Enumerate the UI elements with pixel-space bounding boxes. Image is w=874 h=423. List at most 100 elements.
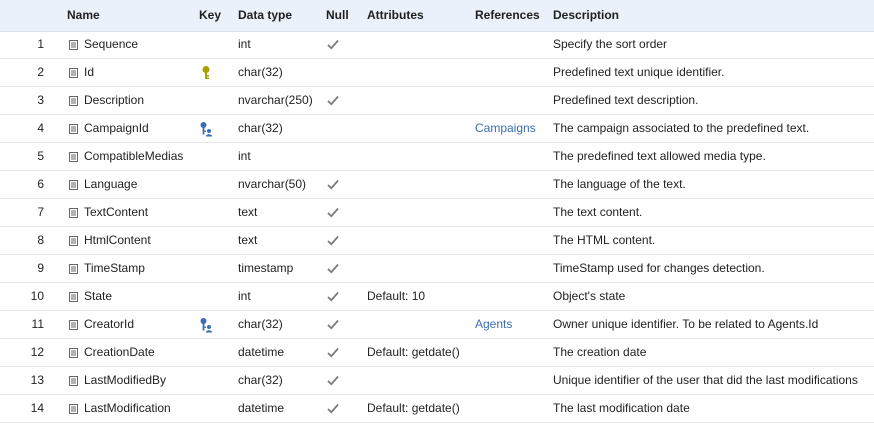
data-type[interactable]: int — [238, 283, 251, 311]
table-row[interactable]: 12 CreationDate datetime Default: getdate()… — [0, 339, 874, 367]
column-name[interactable]: HtmlContent — [84, 227, 151, 255]
description: Predefined text unique identifier. — [553, 65, 725, 79]
table-row[interactable]: 4 CampaignId char(32) Campaigns The campaign… — [0, 115, 874, 143]
description: Unique identifier of the user that did t… — [553, 373, 858, 387]
check-icon — [327, 179, 339, 190]
data-type[interactable]: datetime — [238, 339, 284, 367]
data-type[interactable]: int — [238, 31, 251, 59]
column-name[interactable]: Language — [84, 171, 137, 199]
column-icon — [69, 348, 78, 358]
description: TimeStamp used for changes detection. — [553, 261, 765, 275]
header-description[interactable]: Description — [553, 0, 619, 31]
data-type[interactable]: char(32) — [238, 115, 283, 143]
data-type[interactable]: char(32) — [238, 367, 283, 395]
description: The HTML content. — [553, 233, 656, 247]
attributes: Default: getdate() — [367, 401, 460, 415]
column-icon — [69, 404, 78, 414]
key-cell — [199, 115, 215, 143]
header-name[interactable]: Name — [67, 0, 100, 31]
check-icon — [327, 347, 339, 358]
null-cell — [327, 311, 341, 339]
header-data-type[interactable]: Data type — [238, 0, 292, 31]
row-number: 11 — [31, 317, 44, 331]
null-cell — [327, 115, 341, 143]
column-icon — [69, 40, 78, 50]
columns-grid: Name Key Data type Null Attributes Refer… — [0, 0, 874, 423]
data-type[interactable]: datetime — [238, 395, 284, 423]
attributes: Default: 10 — [367, 289, 426, 303]
column-name[interactable]: CampaignId — [84, 115, 149, 143]
table-row[interactable]: 11 CreatorId char(32) Agents Owner unique id… — [0, 311, 874, 339]
null-cell — [327, 367, 341, 395]
column-name[interactable]: TimeStamp — [84, 255, 145, 283]
column-name[interactable]: TextContent — [84, 199, 148, 227]
row-number: 8 — [37, 233, 44, 247]
check-icon — [327, 291, 339, 302]
data-type[interactable]: text — [238, 227, 257, 255]
key-cell — [199, 311, 215, 339]
table-row[interactable]: 10 State int Default: 10 Object's state — [0, 283, 874, 311]
null-cell — [327, 199, 341, 227]
row-number: 13 — [30, 373, 44, 387]
description: Predefined text description. — [553, 93, 699, 107]
row-number: 5 — [37, 149, 44, 163]
null-cell — [327, 395, 341, 423]
table-row[interactable]: 8 HtmlContent text The HTML content. — [0, 227, 874, 255]
column-name[interactable]: Sequence — [84, 31, 138, 59]
column-icon — [69, 180, 78, 190]
data-type[interactable]: char(32) — [238, 311, 283, 339]
column-name[interactable]: Id — [84, 59, 94, 87]
table-row[interactable]: 6 Language nvarchar(50) The language of the… — [0, 171, 874, 199]
table-row[interactable]: 13 LastModifiedBy char(32) Unique identifie… — [0, 367, 874, 395]
data-type[interactable]: nvarchar(250) — [238, 87, 313, 115]
column-name[interactable]: CreationDate — [84, 339, 155, 367]
table-row[interactable]: 5 CompatibleMedias int The predefined text … — [0, 143, 874, 171]
column-name[interactable]: State — [84, 283, 112, 311]
null-cell — [327, 255, 341, 283]
column-name[interactable]: Description — [84, 87, 144, 115]
table-row[interactable]: 2 Id char(32) Predefined text unique identi… — [0, 59, 874, 87]
reference-link[interactable]: Agents — [475, 311, 512, 339]
header-references[interactable]: References — [475, 0, 540, 31]
row-number: 6 — [37, 177, 44, 191]
key-cell — [199, 199, 215, 227]
column-name[interactable]: LastModifiedBy — [84, 367, 166, 395]
column-name[interactable]: LastModification — [84, 395, 171, 423]
data-type[interactable]: timestamp — [238, 255, 293, 283]
check-icon — [327, 207, 339, 218]
data-type[interactable]: int — [238, 143, 251, 171]
row-number: 10 — [30, 289, 44, 303]
null-cell — [327, 59, 341, 87]
column-icon — [69, 264, 78, 274]
column-icon — [69, 68, 78, 78]
description: The predefined text allowed media type. — [553, 149, 766, 163]
table-row[interactable]: 14 LastModification datetime Default: getda… — [0, 395, 874, 423]
null-cell — [327, 31, 341, 59]
column-name[interactable]: CompatibleMedias — [84, 143, 183, 171]
header-attributes[interactable]: Attributes — [367, 0, 424, 31]
description: The campaign associated to the predefine… — [553, 121, 810, 135]
data-type[interactable]: char(32) — [238, 59, 283, 87]
check-icon — [327, 39, 339, 50]
key-cell — [199, 143, 215, 171]
description: The text content. — [553, 205, 643, 219]
column-name[interactable]: CreatorId — [84, 311, 134, 339]
check-icon — [327, 235, 339, 246]
data-type[interactable]: text — [238, 199, 257, 227]
row-number: 12 — [30, 345, 44, 359]
primary-key-icon — [202, 66, 210, 79]
table-row[interactable]: 1 Sequence int Specify the sort order — [0, 31, 874, 59]
column-icon — [69, 208, 78, 218]
table-row[interactable]: 7 TextContent text The text content. — [0, 199, 874, 227]
description: Specify the sort order — [553, 37, 668, 51]
row-number: 7 — [37, 205, 44, 219]
table-row[interactable]: 3 Description nvarchar(250) Predefined text… — [0, 87, 874, 115]
check-icon — [327, 263, 339, 274]
table-row[interactable]: 9 TimeStamp timestamp TimeStamp used for ch… — [0, 255, 874, 283]
data-type[interactable]: nvarchar(50) — [238, 171, 306, 199]
header-null[interactable]: Null — [326, 0, 349, 31]
null-cell — [327, 87, 341, 115]
reference-link[interactable]: Campaigns — [475, 115, 536, 143]
header-key[interactable]: Key — [199, 0, 221, 31]
key-cell — [199, 87, 215, 115]
